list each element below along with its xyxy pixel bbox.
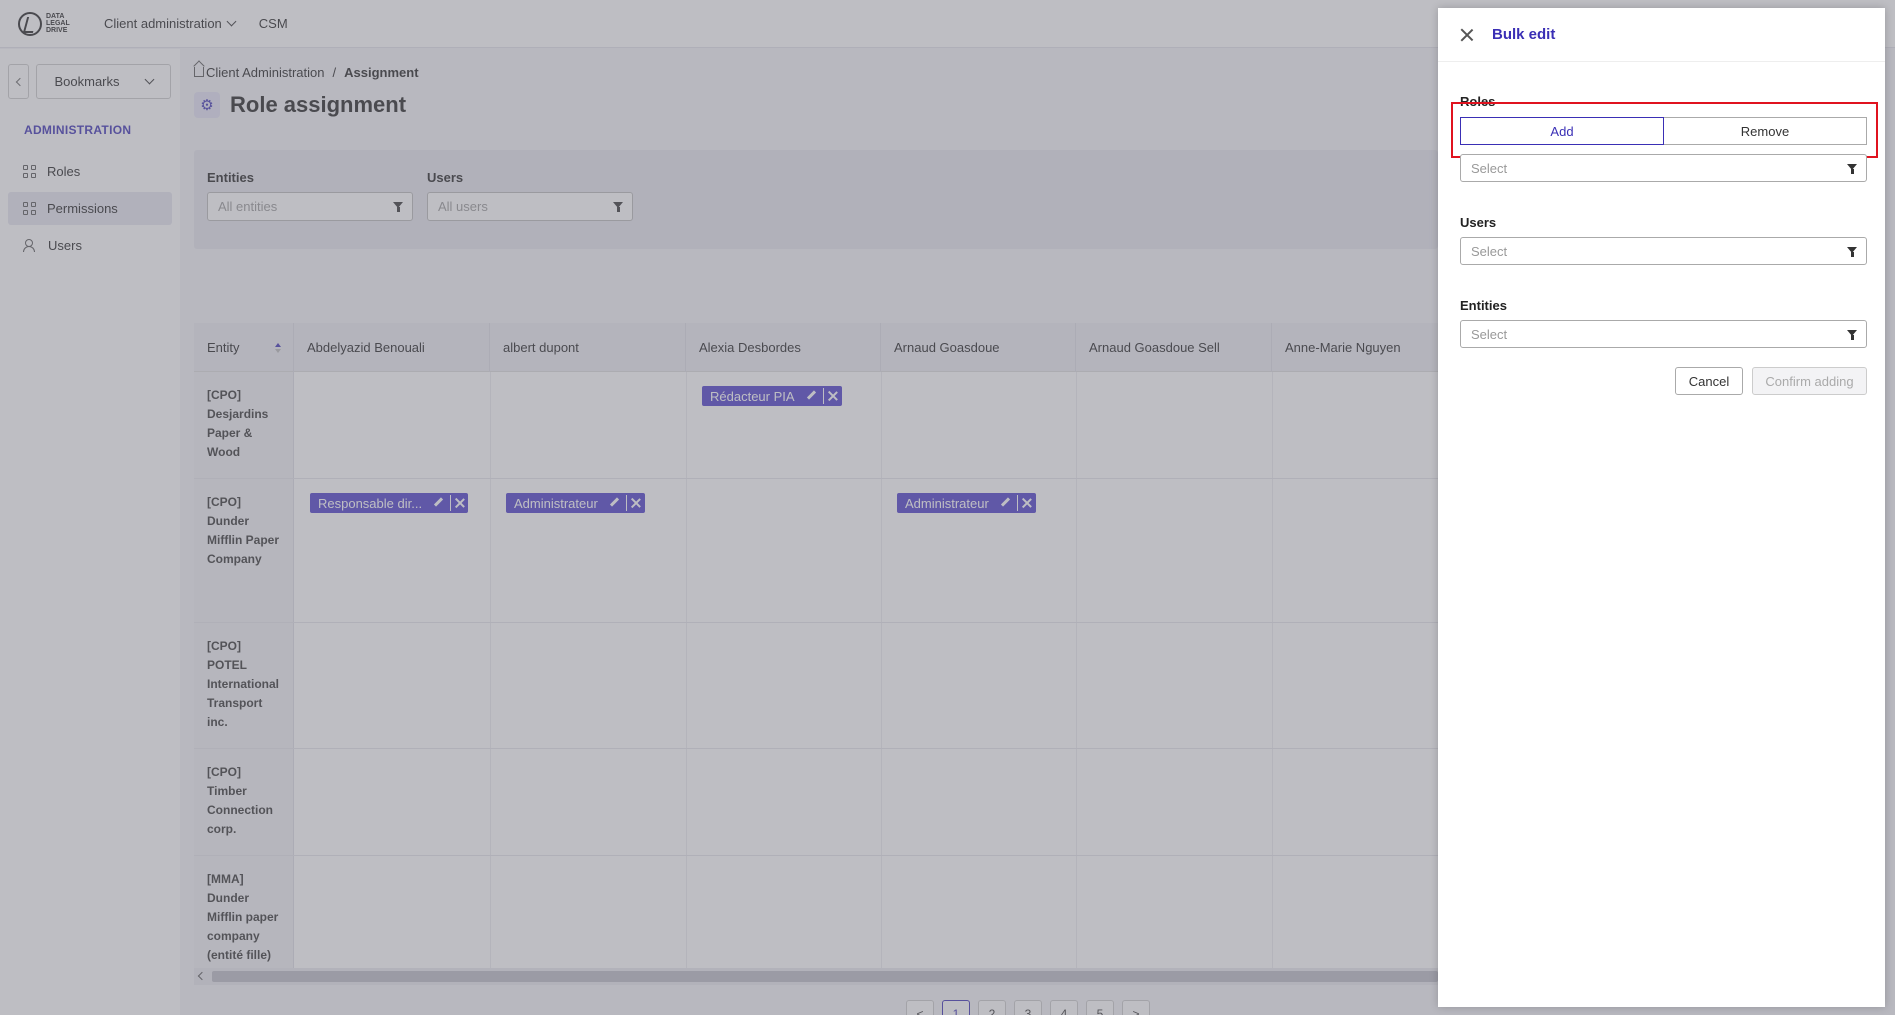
mode-toggle: Add Remove (1460, 117, 1867, 145)
close-icon[interactable] (1460, 28, 1474, 42)
users-select-placeholder: Select (1471, 244, 1508, 259)
entities-select[interactable]: Select (1460, 320, 1867, 348)
filter-icon (1847, 247, 1858, 257)
drawer-title: Bulk edit (1492, 26, 1556, 43)
entities-label: Entities (1460, 298, 1507, 313)
add-mode-button[interactable]: Add (1460, 117, 1664, 145)
roles-select[interactable]: Select (1460, 154, 1867, 182)
confirm-adding-button[interactable]: Confirm adding (1752, 367, 1867, 395)
filter-icon (1847, 164, 1858, 174)
remove-mode-button[interactable]: Remove (1664, 117, 1867, 145)
cancel-button[interactable]: Cancel (1675, 367, 1743, 395)
filter-icon (1847, 330, 1858, 340)
roles-select-placeholder: Select (1471, 161, 1508, 176)
users-select[interactable]: Select (1460, 237, 1867, 265)
entities-select-placeholder: Select (1471, 327, 1508, 342)
bulk-edit-drawer: Bulk edit Roles Add Remove Select Users … (1438, 8, 1885, 1007)
drawer-header: Bulk edit (1438, 8, 1885, 62)
users-label: Users (1460, 215, 1497, 230)
